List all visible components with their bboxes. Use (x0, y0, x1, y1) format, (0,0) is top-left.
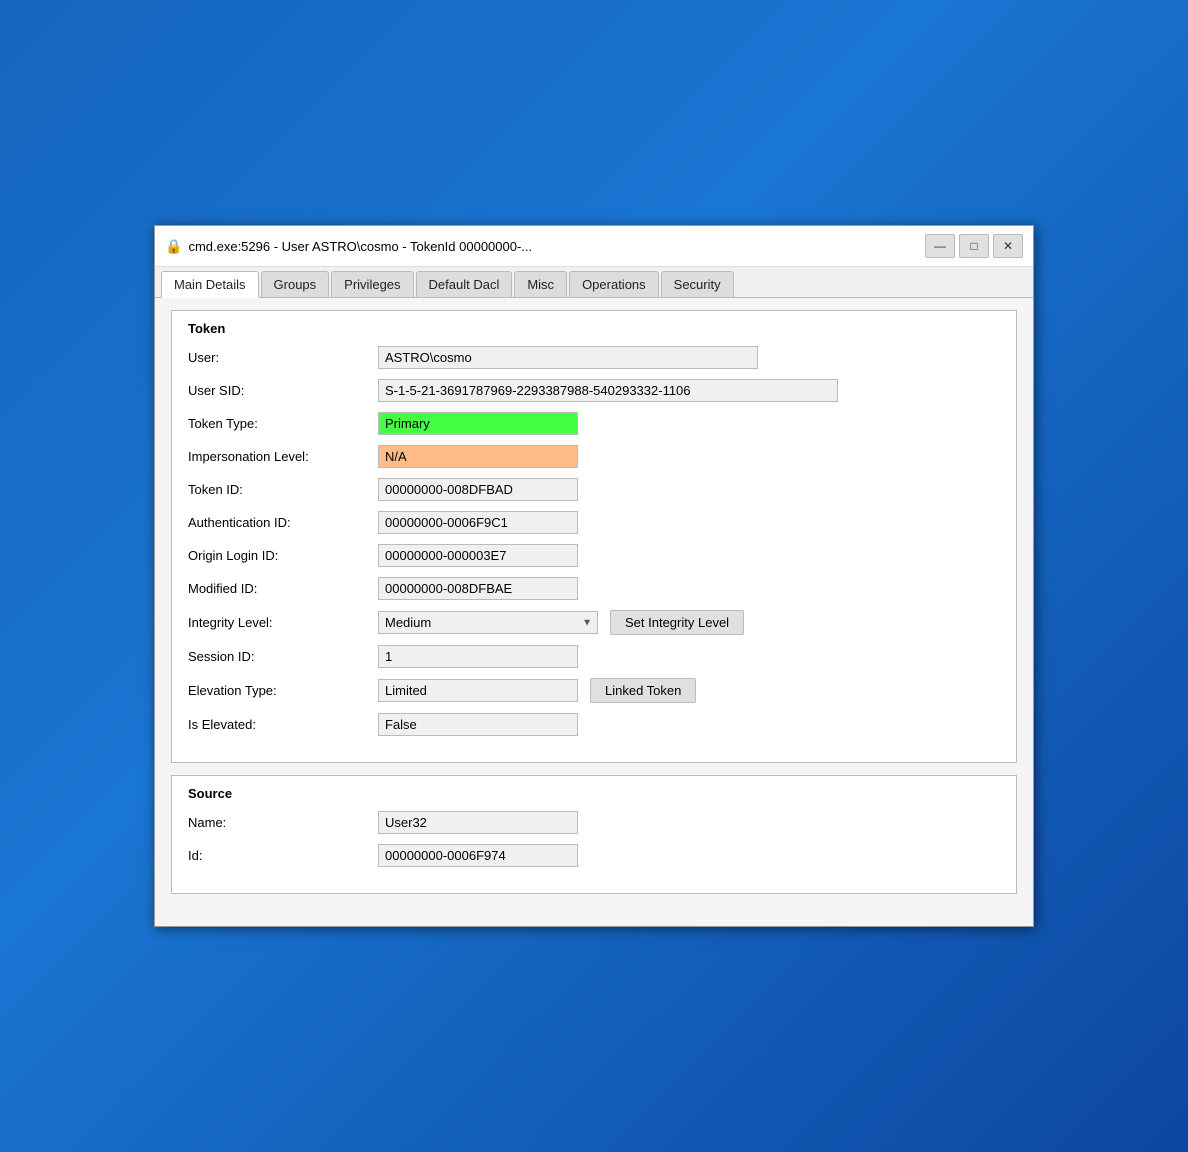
modified-id-label: Modified ID: (188, 581, 378, 596)
user-label: User: (188, 350, 378, 365)
session-id-row: Session ID: 1 (188, 645, 1000, 668)
auth-id-label: Authentication ID: (188, 515, 378, 530)
token-id-row: Token ID: 00000000-008DFBAD (188, 478, 1000, 501)
user-sid-row: User SID: S-1-5-21-3691787969-2293387988… (188, 379, 1000, 402)
maximize-button[interactable]: □ (959, 234, 989, 258)
token-id-label: Token ID: (188, 482, 378, 497)
user-sid-value: S-1-5-21-3691787969-2293387988-540293332… (378, 379, 838, 402)
user-row: User: ASTRO\cosmo (188, 346, 1000, 369)
elevation-type-label: Elevation Type: (188, 683, 378, 698)
main-window: 🔒 cmd.exe:5296 - User ASTRO\cosmo - Toke… (154, 225, 1034, 927)
window-title: cmd.exe:5296 - User ASTRO\cosmo - TokenI… (188, 239, 532, 254)
token-id-value: 00000000-008DFBAD (378, 478, 578, 501)
is-elevated-row: Is Elevated: False (188, 713, 1000, 736)
elevation-type-value: Limited (378, 679, 578, 702)
title-bar-controls: — □ ✕ (925, 234, 1023, 258)
elevation-type-row: Elevation Type: Limited Linked Token (188, 678, 1000, 703)
tab-main-details[interactable]: Main Details (161, 271, 259, 298)
title-bar: 🔒 cmd.exe:5296 - User ASTRO\cosmo - Toke… (155, 226, 1033, 267)
origin-login-id-row: Origin Login ID: 00000000-000003E7 (188, 544, 1000, 567)
origin-login-id-value: 00000000-000003E7 (378, 544, 578, 567)
modified-id-row: Modified ID: 00000000-008DFBAE (188, 577, 1000, 600)
session-id-label: Session ID: (188, 649, 378, 664)
tab-operations[interactable]: Operations (569, 271, 659, 297)
session-id-value: 1 (378, 645, 578, 668)
source-id-value: 00000000-0006F974 (378, 844, 578, 867)
content-area: Token User: ASTRO\cosmo User SID: S-1-5-… (155, 298, 1033, 926)
impersonation-level-label: Impersonation Level: (188, 449, 378, 464)
source-id-label: Id: (188, 848, 378, 863)
integrity-level-select[interactable]: Low Medium High System (378, 611, 598, 634)
integrity-level-select-wrapper: Low Medium High System ▼ (378, 611, 598, 634)
tab-bar: Main Details Groups Privileges Default D… (155, 267, 1033, 298)
auth-id-value: 00000000-0006F9C1 (378, 511, 578, 534)
source-id-row: Id: 00000000-0006F974 (188, 844, 1000, 867)
token-section: Token User: ASTRO\cosmo User SID: S-1-5-… (171, 310, 1017, 763)
integrity-level-row: Integrity Level: Low Medium High System … (188, 610, 1000, 635)
tab-default-dacl[interactable]: Default Dacl (416, 271, 513, 297)
is-elevated-label: Is Elevated: (188, 717, 378, 732)
integrity-level-label: Integrity Level: (188, 615, 378, 630)
token-section-title: Token (188, 321, 1000, 336)
minimize-button[interactable]: — (925, 234, 955, 258)
auth-id-row: Authentication ID: 00000000-0006F9C1 (188, 511, 1000, 534)
token-type-label: Token Type: (188, 416, 378, 431)
tab-privileges[interactable]: Privileges (331, 271, 413, 297)
source-section: Source Name: User32 Id: 00000000-0006F97… (171, 775, 1017, 894)
linked-token-button[interactable]: Linked Token (590, 678, 696, 703)
title-bar-left: 🔒 cmd.exe:5296 - User ASTRO\cosmo - Toke… (165, 238, 532, 255)
source-name-value: User32 (378, 811, 578, 834)
token-type-row: Token Type: Primary (188, 412, 1000, 435)
lock-icon: 🔒 (165, 238, 182, 255)
impersonation-level-row: Impersonation Level: N/A (188, 445, 1000, 468)
user-value: ASTRO\cosmo (378, 346, 758, 369)
tab-misc[interactable]: Misc (514, 271, 567, 297)
source-name-row: Name: User32 (188, 811, 1000, 834)
set-integrity-level-button[interactable]: Set Integrity Level (610, 610, 744, 635)
tab-security[interactable]: Security (661, 271, 734, 297)
modified-id-value: 00000000-008DFBAE (378, 577, 578, 600)
token-type-value: Primary (378, 412, 578, 435)
impersonation-level-value: N/A (378, 445, 578, 468)
tab-groups[interactable]: Groups (261, 271, 330, 297)
is-elevated-value: False (378, 713, 578, 736)
origin-login-id-label: Origin Login ID: (188, 548, 378, 563)
user-sid-label: User SID: (188, 383, 378, 398)
source-section-title: Source (188, 786, 1000, 801)
close-button[interactable]: ✕ (993, 234, 1023, 258)
source-name-label: Name: (188, 815, 378, 830)
